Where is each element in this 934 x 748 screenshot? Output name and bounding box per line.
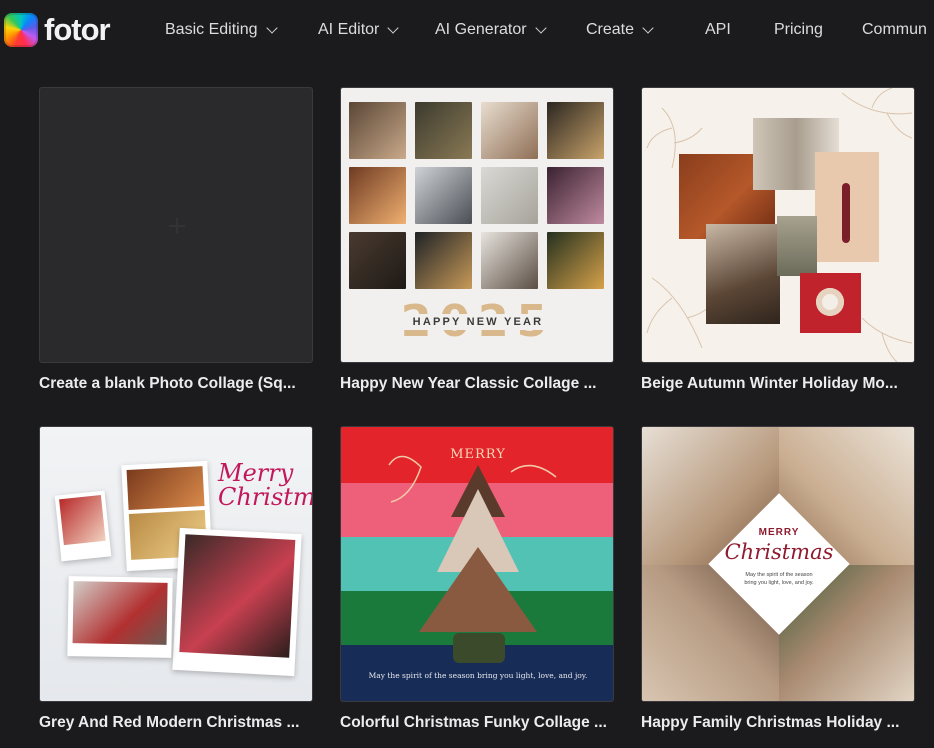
template-thumbnail-funky-christmas[interactable]: MERRY May the spirit of the season bring… xyxy=(340,426,614,702)
top-nav: fotor Basic Editing AI Editor AI Generat… xyxy=(0,0,934,60)
fotor-logo[interactable]: fotor xyxy=(4,12,111,47)
chevron-down-icon xyxy=(642,21,654,34)
template-title[interactable]: Beige Autumn Winter Holiday Mo... xyxy=(641,375,915,393)
season-subtitle: May the spirit of the season bring you l… xyxy=(744,572,814,586)
season-footer: May the spirit of the season bring you l… xyxy=(368,671,588,680)
plus-icon xyxy=(169,218,185,234)
nav-basic-editing[interactable]: Basic Editing xyxy=(165,18,318,42)
template-thumbnail-family-christmas[interactable]: MERRY Christmas May the spirit of the se… xyxy=(641,426,915,702)
nav-create[interactable]: Create xyxy=(586,18,705,42)
merry-heading: MERRY xyxy=(758,527,800,538)
template-title[interactable]: Create a blank Photo Collage (Sq... xyxy=(39,375,313,393)
chevron-down-icon xyxy=(387,21,400,34)
template-thumbnail-grey-christmas[interactable]: Merry Christmas! xyxy=(39,426,313,702)
nav-pricing[interactable]: Pricing xyxy=(774,18,862,42)
template-title[interactable]: Happy Family Christmas Holiday ... xyxy=(641,714,915,732)
template-card[interactable]: 2025 HAPPY NEW YEAR Happy New Year Class… xyxy=(340,87,614,392)
template-title[interactable]: Grey And Red Modern Christmas ... xyxy=(39,714,313,732)
christmas-script: Christmas xyxy=(724,540,834,564)
template-card[interactable]: Beige Autumn Winter Holiday Mo... xyxy=(641,87,915,392)
template-thumbnail-autumn[interactable] xyxy=(641,87,915,363)
caption-text: HAPPY NEW YEAR xyxy=(399,314,557,330)
template-title[interactable]: Colorful Christmas Funky Collage ... xyxy=(340,714,614,732)
merry-heading: MERRY xyxy=(450,447,506,462)
template-thumbnail-new-year[interactable]: 2025 HAPPY NEW YEAR xyxy=(340,87,614,363)
merry-christmas-script: Merry Christmas! xyxy=(218,459,313,511)
nav-api[interactable]: API xyxy=(705,18,774,42)
template-card[interactable]: Create a blank Photo Collage (Sq... xyxy=(39,87,313,392)
fotor-logo-icon xyxy=(4,13,38,47)
nav-ai-editor[interactable]: AI Editor xyxy=(318,18,435,42)
template-card[interactable]: MERRY May the spirit of the season bring… xyxy=(340,426,614,731)
photo-grid xyxy=(349,102,604,289)
nav-community[interactable]: Commun xyxy=(862,18,927,42)
template-title[interactable]: Happy New Year Classic Collage ... xyxy=(340,375,614,393)
brand-name: fotor xyxy=(44,12,111,47)
chevron-down-icon xyxy=(534,21,547,34)
nav-ai-generator[interactable]: AI Generator xyxy=(435,18,586,42)
christmas-tree-icon xyxy=(388,455,557,663)
main-menu: Basic Editing AI Editor AI Generator Cre… xyxy=(165,18,927,42)
chevron-down-icon xyxy=(265,21,278,34)
template-card[interactable]: MERRY Christmas May the spirit of the se… xyxy=(641,426,915,731)
template-thumbnail-blank[interactable] xyxy=(39,87,313,363)
template-card[interactable]: Merry Christmas! Grey And Red Modern Chr… xyxy=(39,426,313,731)
